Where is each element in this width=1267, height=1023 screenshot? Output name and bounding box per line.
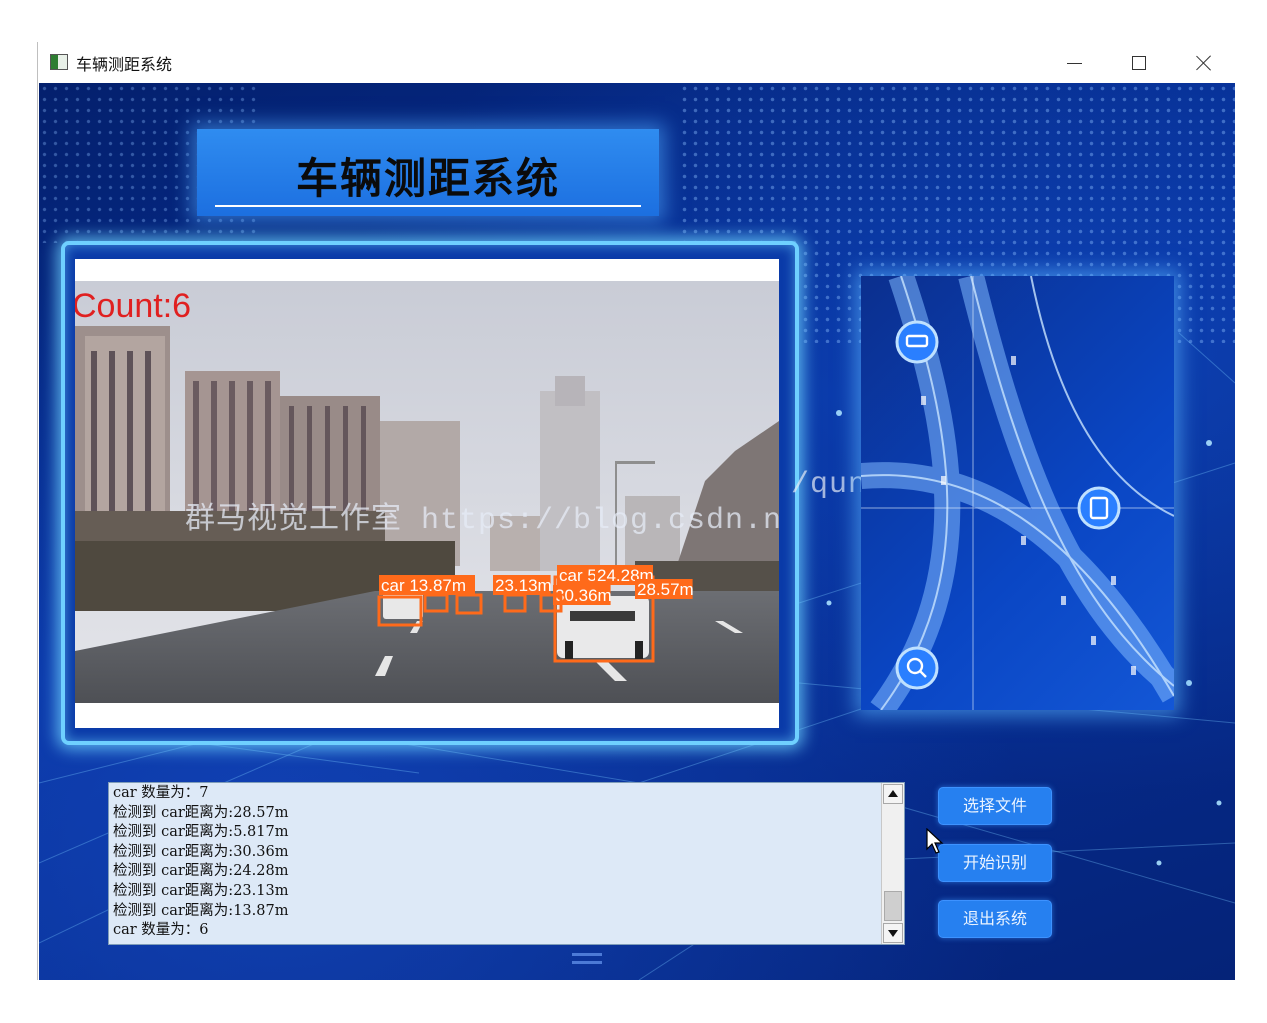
log-text: car 数量为：7 检测到 car距离为:28.57m 检测到 car距离为:5.8… (113, 784, 878, 942)
log-line: car 数量为：7 (113, 785, 209, 801)
detection-box (503, 593, 527, 613)
select-file-button[interactable]: 选择文件 (938, 787, 1052, 825)
search-icon (895, 646, 939, 690)
title-panel: 车辆测距系统 (197, 129, 659, 216)
mouse-cursor-icon (926, 828, 944, 854)
title-bar[interactable]: 车辆测距系统 (38, 42, 1235, 83)
log-line: 检测到 car距离为:30.36m (113, 843, 289, 860)
maximize-button[interactable] (1118, 48, 1158, 78)
detection-label: car 13.87m (381, 576, 466, 595)
detection-box (455, 593, 483, 615)
scroll-down-arrow-icon[interactable] (883, 923, 903, 943)
bus-icon (1077, 486, 1121, 530)
detection-box (377, 595, 423, 627)
close-button[interactable] (1184, 48, 1224, 78)
log-line: car 数量为：6 (113, 922, 209, 939)
log-line: 检测到 car距离为:24.28m (113, 863, 289, 880)
minimize-button[interactable] (1054, 48, 1094, 78)
log-line: 检测到 car距离为:5.817m (113, 824, 289, 841)
log-line: 检测到 car距离为:28.57m (113, 804, 289, 821)
window-title: 车辆测距系统 (76, 55, 173, 74)
log-output[interactable]: car 数量为：7 检测到 car距离为:28.57m 检测到 car距离为:5.8… (108, 782, 905, 945)
app-window: 车辆测距系统 车辆测距系统 Count:6 car 13.87m 23.13m … (37, 42, 1235, 980)
app-window-icon (50, 54, 68, 70)
log-line: 检测到 car距离为:23.13m (113, 882, 289, 899)
watermark-text: 群马视觉工作室 https://blog.csdn.net/o (185, 504, 779, 538)
car-icon (895, 320, 939, 364)
log-scrollbar[interactable] (881, 783, 904, 944)
exit-system-button[interactable]: 退出系统 (938, 900, 1052, 938)
page-title: 车辆测距系统 (295, 154, 560, 203)
highway-illustration (861, 276, 1174, 710)
video-display: Count:6 car 13.87m23.13m30.36mcar 5.817m… (75, 259, 779, 728)
start-recognition-button[interactable]: 开始识别 (938, 844, 1052, 882)
detection-label: 23.13m (495, 576, 552, 595)
title-underline (215, 205, 641, 207)
scroll-thumb[interactable] (884, 891, 902, 921)
decorative-lines (572, 953, 602, 964)
main-canvas: 车辆测距系统 Count:6 car 13.87m 23.13m 30.36m … (39, 83, 1235, 980)
detection-box (423, 593, 449, 613)
scroll-up-arrow-icon[interactable] (883, 784, 903, 804)
log-line: 检测到 car距离为:13.87m (113, 902, 289, 919)
city-traffic-image (861, 276, 1174, 710)
detection-label: 30.36m (555, 586, 612, 605)
detection-label: 28.57m (637, 580, 694, 599)
